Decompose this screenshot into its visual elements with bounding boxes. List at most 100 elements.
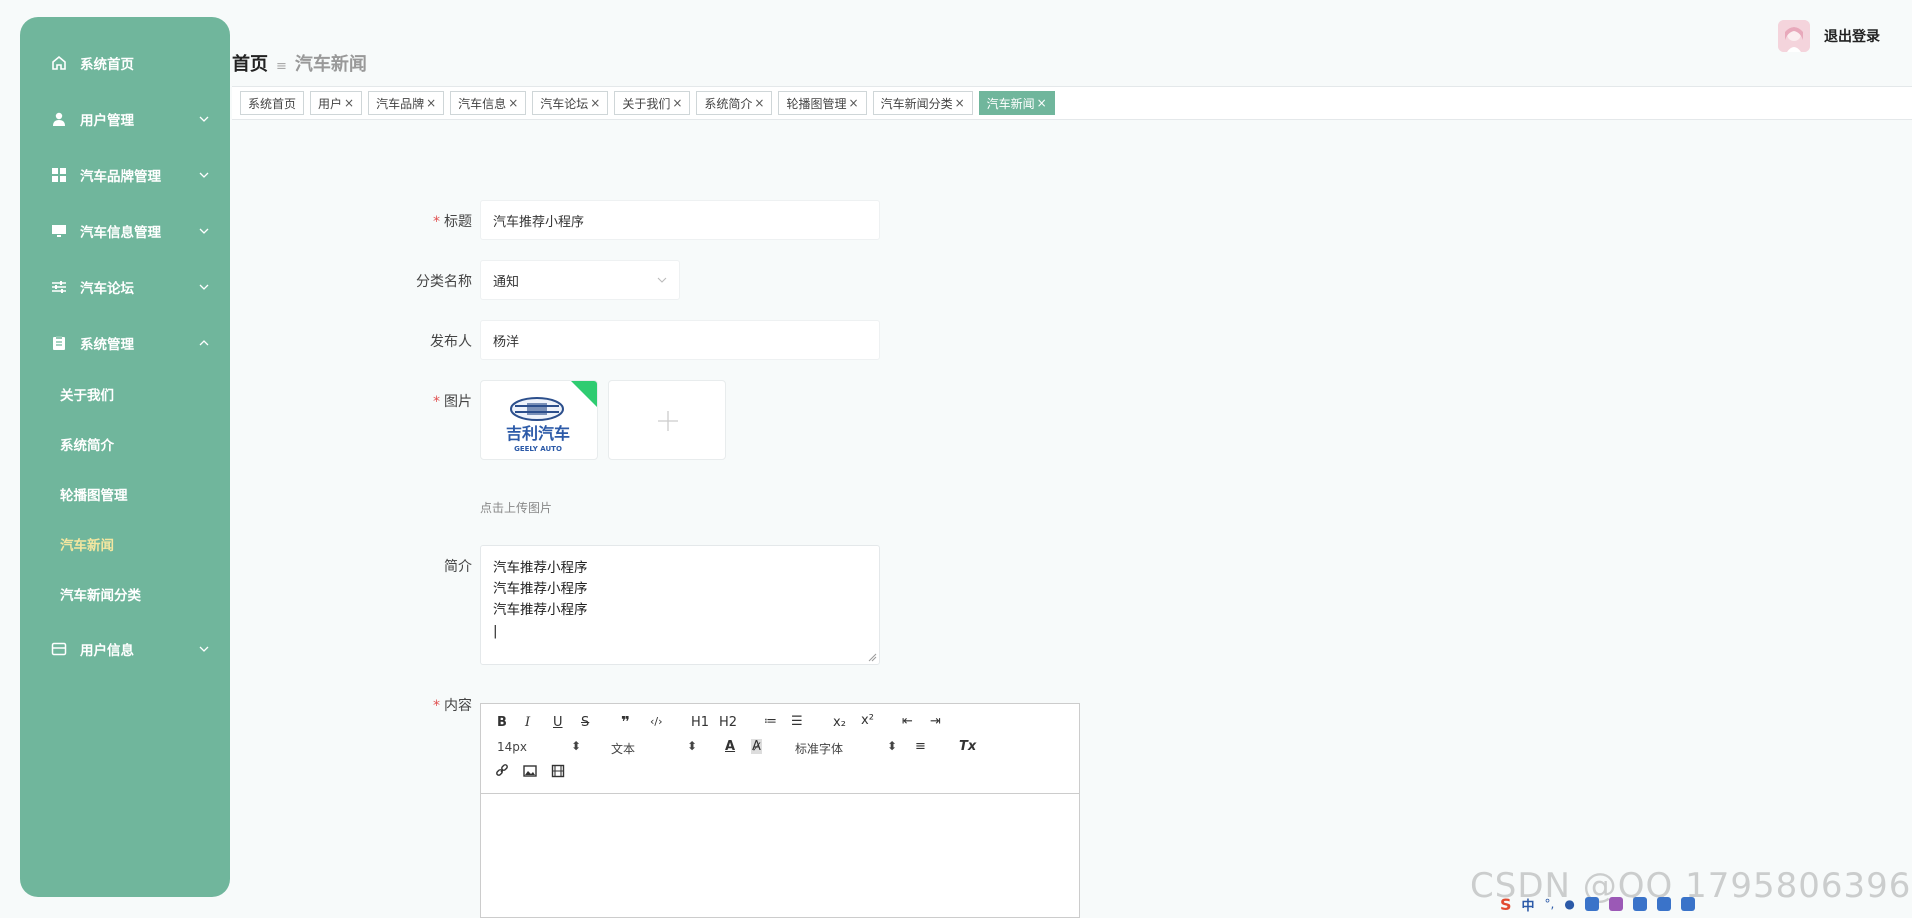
category-select[interactable]: 通知 xyxy=(480,260,680,300)
tab-tag[interactable]: 关于我们 × xyxy=(614,91,691,115)
tab-tag[interactable]: 轮播图管理 × xyxy=(778,91,867,115)
tab-tag-label: 汽车论坛 xyxy=(540,96,589,111)
close-icon[interactable]: × xyxy=(1037,96,1047,110)
editor-body[interactable] xyxy=(481,794,1079,918)
close-icon[interactable]: × xyxy=(955,96,965,110)
required-mark: * xyxy=(433,698,440,714)
sub-item-car-news[interactable]: 汽车新闻 xyxy=(20,524,230,564)
menu-car-forum[interactable]: 汽车论坛 xyxy=(20,267,230,307)
indent-button[interactable]: ⇥ xyxy=(930,714,941,729)
background-color-button[interactable]: A̷ xyxy=(751,739,762,754)
menu-grid-icon[interactable] xyxy=(1656,897,1671,911)
blockquote-button[interactable]: ❞ xyxy=(621,713,630,731)
ordered-list-button[interactable]: ≔ xyxy=(764,714,777,729)
plus-icon xyxy=(658,411,678,431)
chevron-down-icon xyxy=(657,277,667,283)
breadcrumb-separator: ≡ xyxy=(276,59,287,74)
sub-item-label: 系统简介 xyxy=(60,438,114,454)
menu-system-management[interactable]: 系统管理 xyxy=(20,323,230,363)
intro-textarea[interactable]: 汽车推荐小程序 汽车推荐小程序 汽车推荐小程序 | xyxy=(480,545,880,665)
link-button[interactable] xyxy=(495,764,509,782)
strike-button[interactable]: S xyxy=(581,715,589,730)
sub-item-car-news-category[interactable]: 汽车新闻分类 xyxy=(20,574,230,614)
tab-tag[interactable]: 汽车新闻分类 × xyxy=(872,91,973,115)
sogou-icon[interactable]: S xyxy=(1500,895,1512,914)
chevron-up-icon xyxy=(199,340,209,346)
text-cursor: | xyxy=(493,623,498,639)
image-label: * 图片 xyxy=(433,394,472,410)
menu-car-info-management[interactable]: 汽车信息管理 xyxy=(20,211,230,251)
tab-tag[interactable]: 汽车品牌 × xyxy=(368,91,445,115)
resize-handle-icon[interactable] xyxy=(867,652,877,662)
subscript-button[interactable]: x₂ xyxy=(833,715,846,730)
chevron-down-icon xyxy=(199,172,209,178)
menu-label: 汽车品牌管理 xyxy=(80,169,161,185)
bullet-list-button[interactable]: ☰ xyxy=(791,714,803,729)
font-size-select[interactable]: 14px ⬍ xyxy=(497,739,581,754)
skin-icon[interactable] xyxy=(1608,897,1623,911)
sort-icon: ⬍ xyxy=(887,739,898,753)
tab-tag[interactable]: 汽车论坛 × xyxy=(532,91,609,115)
tab-tag[interactable]: 系统首页 xyxy=(240,91,305,115)
content-label: * 内容 xyxy=(433,698,472,714)
h1-button[interactable]: H1 xyxy=(691,715,709,730)
italic-button[interactable]: I xyxy=(525,715,530,730)
block-type-select[interactable]: 文本 ⬍ xyxy=(611,739,697,757)
content-editor: B I U S ❞ ‹/› H1 H2 ≔ ☰ x₂ x² ⇤ ⇥ 14px ⬍… xyxy=(480,703,1080,918)
close-icon[interactable]: × xyxy=(426,96,436,110)
menu-label: 汽车论坛 xyxy=(80,281,134,297)
punctuation-icon[interactable]: °, xyxy=(1545,897,1555,911)
microphone-icon[interactable]: ● xyxy=(1564,897,1574,911)
h2-button[interactable]: H2 xyxy=(719,715,737,730)
card-icon xyxy=(50,640,68,658)
sub-item-system-intro[interactable]: 系统简介 xyxy=(20,424,230,464)
bold-button[interactable]: B xyxy=(497,715,507,730)
close-icon[interactable]: × xyxy=(672,96,682,110)
font-color-button[interactable]: A xyxy=(725,739,735,754)
title-label: * 标题 xyxy=(433,214,472,230)
menu-user-info[interactable]: 用户信息 xyxy=(20,629,230,669)
sub-item-about-us[interactable]: 关于我们 xyxy=(20,374,230,414)
close-icon[interactable]: × xyxy=(508,96,518,110)
close-icon[interactable]: × xyxy=(754,96,764,110)
image-button[interactable] xyxy=(523,764,537,782)
sub-item-carousel-management[interactable]: 轮播图管理 xyxy=(20,474,230,514)
menu-home[interactable]: 系统首页 xyxy=(20,43,230,83)
underline-button[interactable]: U xyxy=(553,715,563,730)
toolbox-icon[interactable] xyxy=(1632,897,1647,911)
ime-mode-icon[interactable]: 中 xyxy=(1522,895,1535,914)
title-input[interactable]: 汽车推荐小程序 xyxy=(480,200,880,240)
align-button[interactable]: ≡ xyxy=(915,739,926,754)
geely-logo-image: 吉利汽车 GEELY AUTO xyxy=(506,381,597,453)
clipboard-icon xyxy=(50,334,68,352)
outdent-button[interactable]: ⇤ xyxy=(902,714,913,729)
menu-brand-management[interactable]: 汽车品牌管理 xyxy=(20,155,230,195)
intro-line: 汽车推荐小程序 xyxy=(493,581,588,597)
uploaded-image[interactable]: 吉利汽车 GEELY AUTO xyxy=(480,380,598,460)
breadcrumb-home[interactable]: 首页 xyxy=(232,50,268,76)
settings-icon[interactable] xyxy=(1680,897,1695,911)
video-button[interactable] xyxy=(551,764,565,782)
tab-tag[interactable]: 用户 × xyxy=(310,91,363,115)
close-icon[interactable]: × xyxy=(849,96,859,110)
logout-button[interactable]: 退出登录 xyxy=(1824,26,1880,46)
upload-add-button[interactable] xyxy=(608,380,726,460)
font-family-select[interactable]: 标准字体 ⬍ xyxy=(795,739,897,757)
clear-format-button[interactable]: Tx xyxy=(959,739,976,754)
tab-tag[interactable]: 汽车新闻 × xyxy=(978,91,1055,115)
tab-tag[interactable]: 汽车信息 × xyxy=(450,91,527,115)
menu-user-management[interactable]: 用户管理 xyxy=(20,99,230,139)
logo-en-text: GEELY AUTO xyxy=(514,445,562,453)
superscript-button[interactable]: x² xyxy=(861,713,874,728)
chevron-down-icon xyxy=(199,116,209,122)
tab-tag-label: 汽车新闻分类 xyxy=(880,96,953,111)
tab-tag[interactable]: 系统简介 × xyxy=(696,91,773,115)
publisher-input[interactable]: 杨洋 xyxy=(480,320,880,360)
avatar[interactable] xyxy=(1778,20,1810,52)
tab-tag-label: 汽车品牌 xyxy=(376,96,425,111)
publisher-label: 发布人 xyxy=(430,334,472,350)
keyboard-icon[interactable] xyxy=(1584,897,1599,911)
close-icon[interactable]: × xyxy=(344,96,354,110)
code-block-button[interactable]: ‹/› xyxy=(650,715,663,728)
close-icon[interactable]: × xyxy=(590,96,600,110)
